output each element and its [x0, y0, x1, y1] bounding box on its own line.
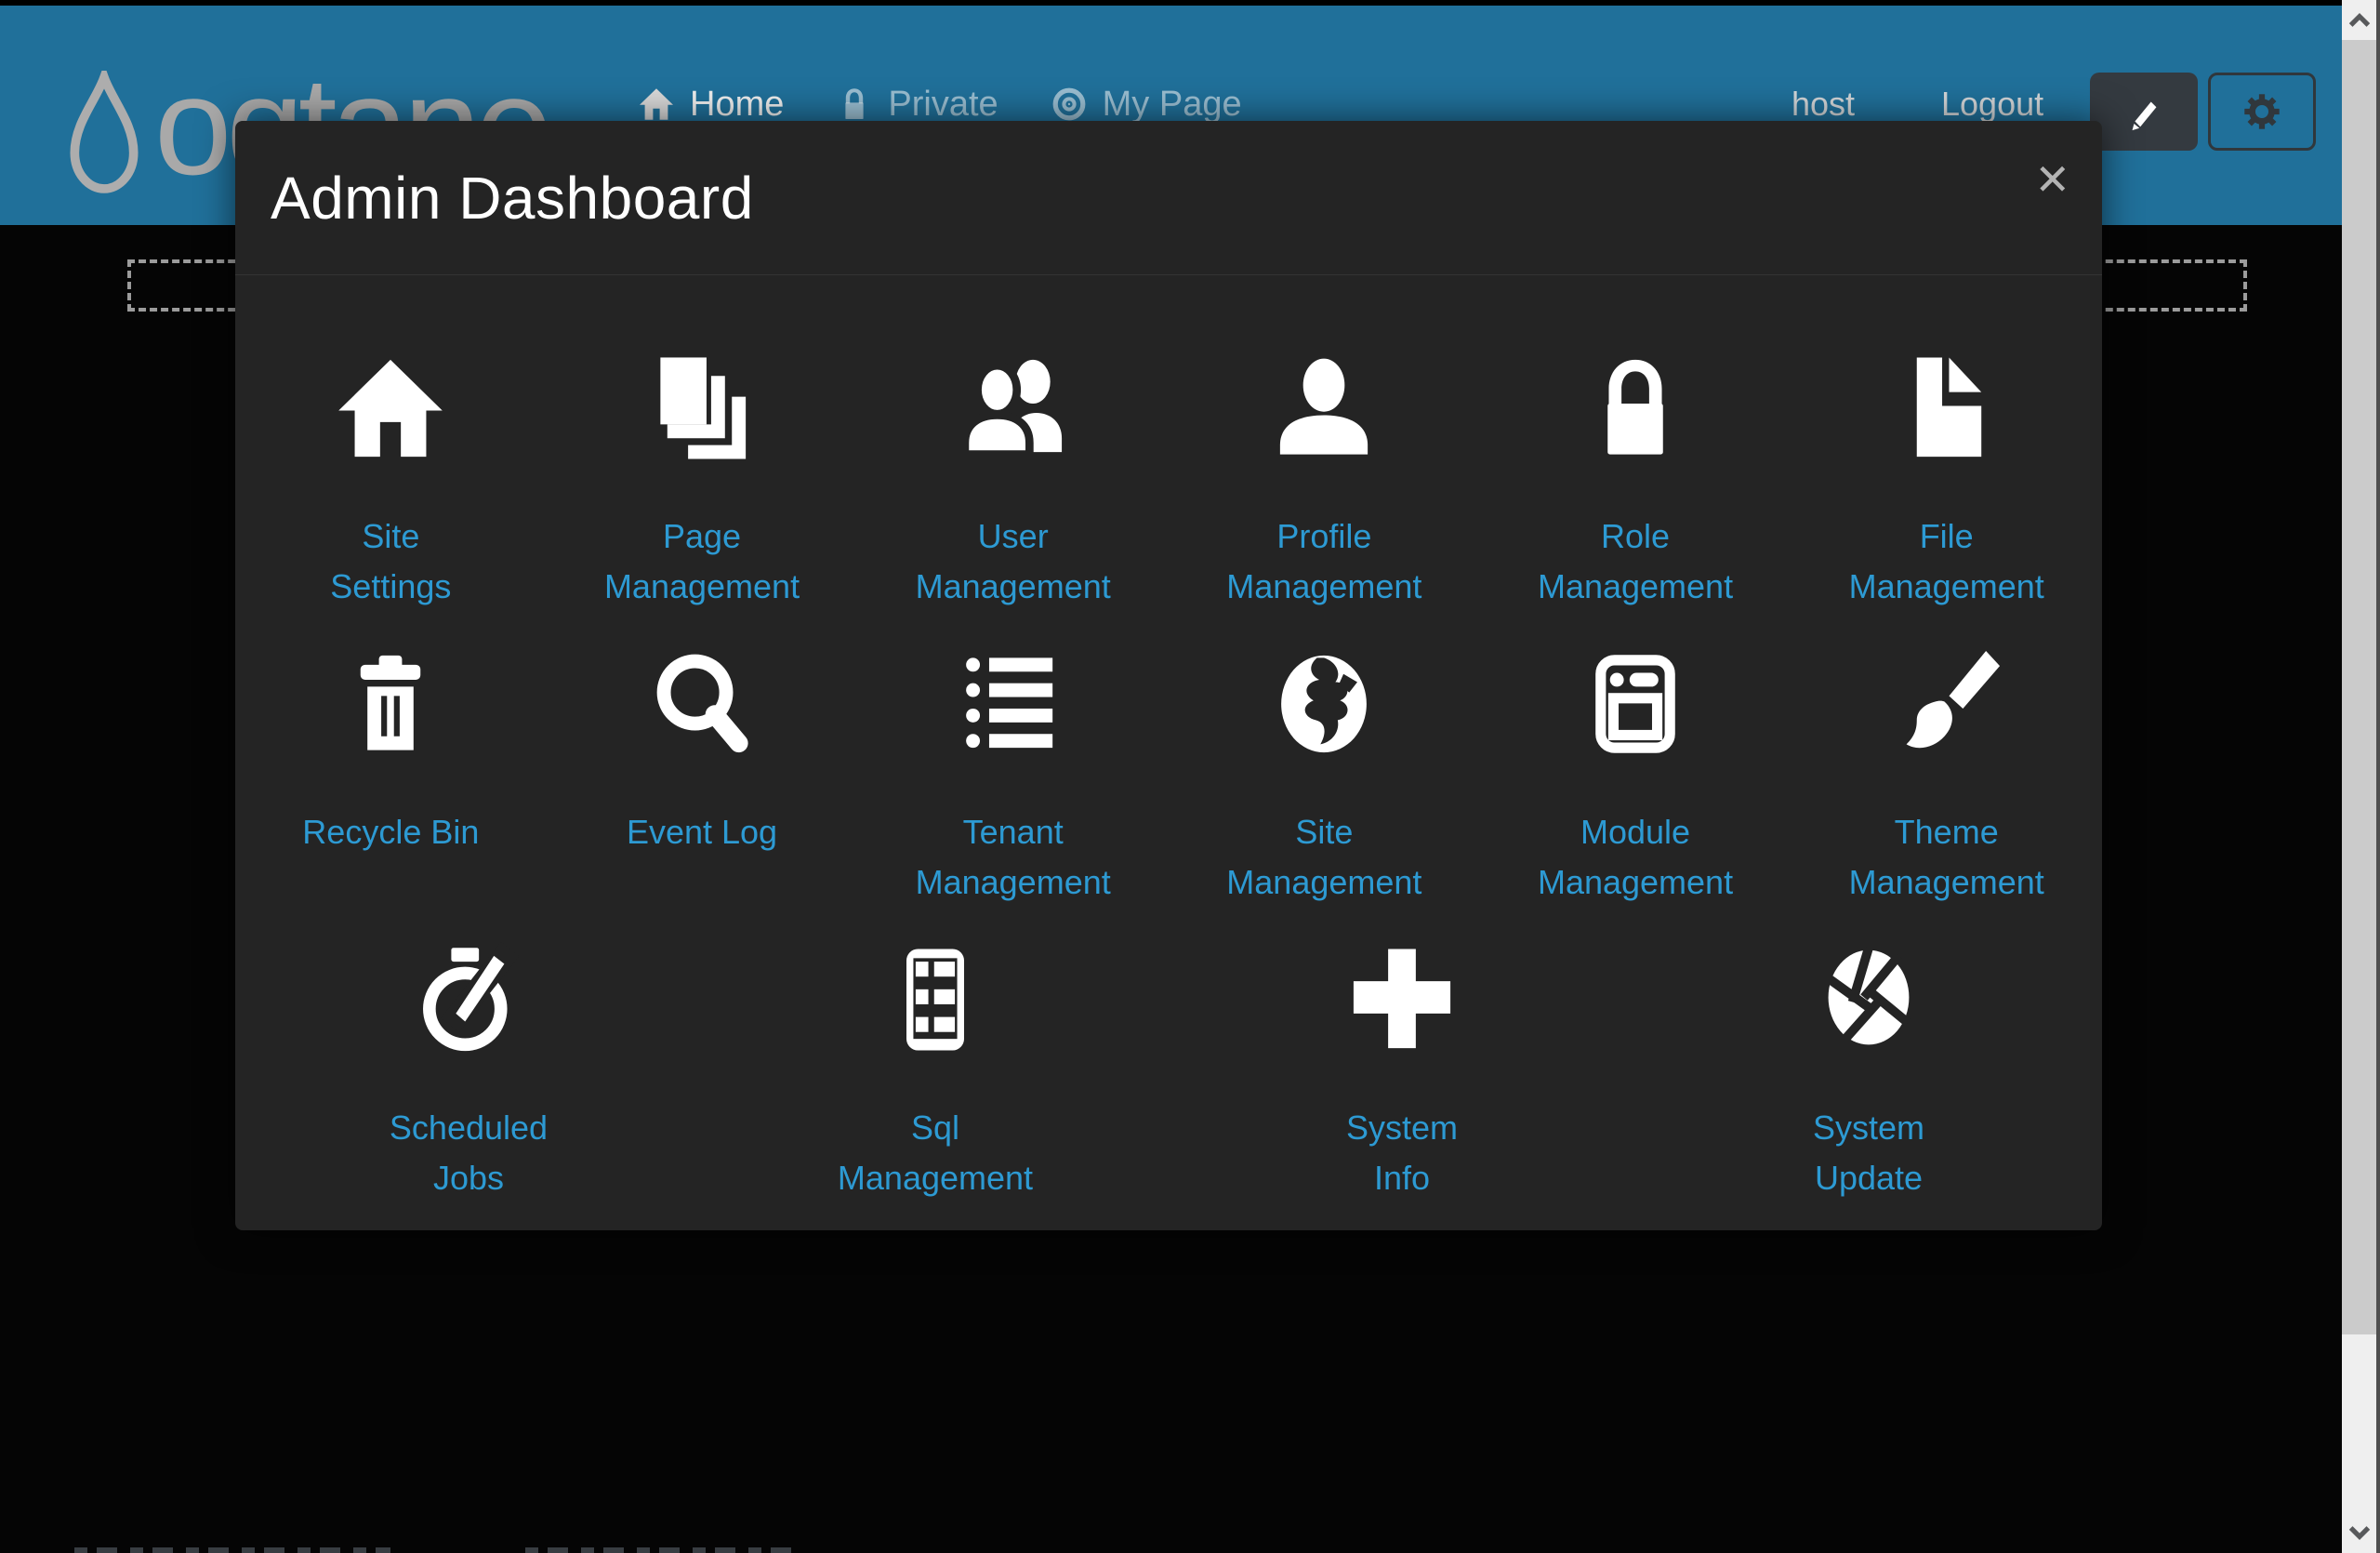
tile-label: RoleManagement: [1538, 511, 1733, 612]
list-icon: [956, 644, 1071, 764]
admin-tile-grid: SiteSettings PageManagement UserManagement…: [235, 275, 2102, 1203]
magnifying-glass-icon: [644, 644, 760, 764]
admin-tile-module-management[interactable]: ModuleManagement: [1480, 644, 1792, 908]
admin-tile-scheduled-jobs[interactable]: ScheduledJobs: [235, 939, 702, 1203]
nav-item-home[interactable]: Home: [638, 85, 784, 125]
tile-label: Recycle Bin: [302, 807, 479, 857]
tile-label: ThemeManagement: [1849, 807, 2044, 908]
admin-tile-event-log[interactable]: Event Log: [547, 644, 858, 908]
chevron-up-icon: [2347, 10, 2372, 29]
nav-item-label: Private: [888, 85, 998, 125]
tile-label: SystemInfo: [1346, 1103, 1458, 1203]
scroll-up-button[interactable]: [2342, 0, 2376, 39]
admin-tile-recycle-bin[interactable]: Recycle Bin: [235, 644, 547, 908]
layers-icon: [644, 348, 760, 469]
nav-item-label: My Page: [1103, 85, 1242, 125]
modal-header: Admin Dashboard ✕: [235, 121, 2102, 275]
close-button[interactable]: ✕: [2034, 158, 2070, 201]
tile-label: SystemUpdate: [1813, 1103, 1924, 1203]
admin-tile-user-management[interactable]: UserManagement: [857, 348, 1169, 612]
lock-icon: [1578, 348, 1693, 469]
medical-cross-icon: [1344, 939, 1460, 1060]
tile-label: FileManagement: [1849, 511, 2044, 612]
browser-icon: [1578, 644, 1693, 764]
vertical-scrollbar[interactable]: [2342, 0, 2380, 1553]
spreadsheet-icon: [878, 939, 993, 1060]
tile-label: SiteSettings: [330, 511, 451, 612]
admin-tile-file-management[interactable]: FileManagement: [1791, 348, 2102, 612]
nav-item-label: Home: [690, 85, 784, 125]
admin-tile-theme-management[interactable]: ThemeManagement: [1791, 644, 2102, 908]
globe-icon: [1266, 644, 1382, 764]
tile-label: ProfileManagement: [1226, 511, 1421, 612]
tile-label: ModuleManagement: [1538, 807, 1733, 908]
tile-row: ScheduledJobs SqlManagement SystemInfo Syst…: [235, 939, 2102, 1203]
settings-button[interactable]: [2208, 73, 2316, 151]
tile-row: Recycle Bin Event Log TenantManagement Site…: [235, 644, 2102, 908]
window-top-edge: [0, 0, 2342, 6]
admin-tile-page-management[interactable]: PageManagement: [547, 348, 858, 612]
clipped-footer-text: [74, 1547, 390, 1553]
tile-label: SiteManagement: [1226, 807, 1421, 908]
gear-icon: [2238, 87, 2286, 136]
nav-item-private[interactable]: Private: [836, 85, 998, 125]
admin-tile-profile-management[interactable]: ProfileManagement: [1169, 348, 1480, 612]
tile-label: Event Log: [627, 807, 777, 857]
home-icon: [638, 86, 675, 123]
clipped-footer-text: [525, 1547, 804, 1553]
admin-dashboard-modal: Admin Dashboard ✕ SiteSettings PageManage…: [235, 121, 2102, 1230]
timer-icon: [411, 939, 526, 1060]
scrollbar-thumb[interactable]: [2342, 40, 2376, 1334]
person-icon: [1266, 348, 1382, 469]
admin-tile-system-info[interactable]: SystemInfo: [1169, 939, 1635, 1203]
edit-mode-button[interactable]: [2090, 73, 2198, 151]
tile-label: ScheduledJobs: [390, 1103, 548, 1203]
droplet-icon: [63, 71, 145, 197]
admin-tile-role-management[interactable]: RoleManagement: [1480, 348, 1792, 612]
page: oqtane HomePrivateMy Page host Logout: [0, 0, 2380, 1553]
people-icon: [956, 348, 1071, 469]
scroll-down-button[interactable]: [2342, 1514, 2376, 1553]
admin-tile-site-settings[interactable]: SiteSettings: [235, 348, 547, 612]
tile-row: SiteSettings PageManagement UserManagement…: [235, 348, 2102, 612]
tile-label: PageManagement: [604, 511, 800, 612]
home-icon: [333, 348, 448, 469]
pencil-icon: [2122, 89, 2166, 134]
target-icon: [1051, 86, 1088, 123]
aperture-icon: [1811, 939, 1926, 1060]
lock-icon: [836, 86, 873, 123]
modal-title: Admin Dashboard: [271, 164, 754, 232]
admin-tile-sql-management[interactable]: SqlManagement: [702, 939, 1169, 1203]
brush-icon: [1889, 644, 2004, 764]
chevron-down-icon: [2347, 1524, 2372, 1543]
admin-tile-tenant-management[interactable]: TenantManagement: [857, 644, 1169, 908]
tile-label: UserManagement: [916, 511, 1111, 612]
admin-tile-site-management[interactable]: SiteManagement: [1169, 644, 1480, 908]
trash-icon: [333, 644, 448, 764]
admin-tile-system-update[interactable]: SystemUpdate: [1635, 939, 2102, 1203]
file-icon: [1889, 348, 2004, 469]
tile-label: SqlManagement: [838, 1103, 1033, 1203]
tile-label: TenantManagement: [916, 807, 1111, 908]
nav-item-my-page[interactable]: My Page: [1051, 85, 1242, 125]
